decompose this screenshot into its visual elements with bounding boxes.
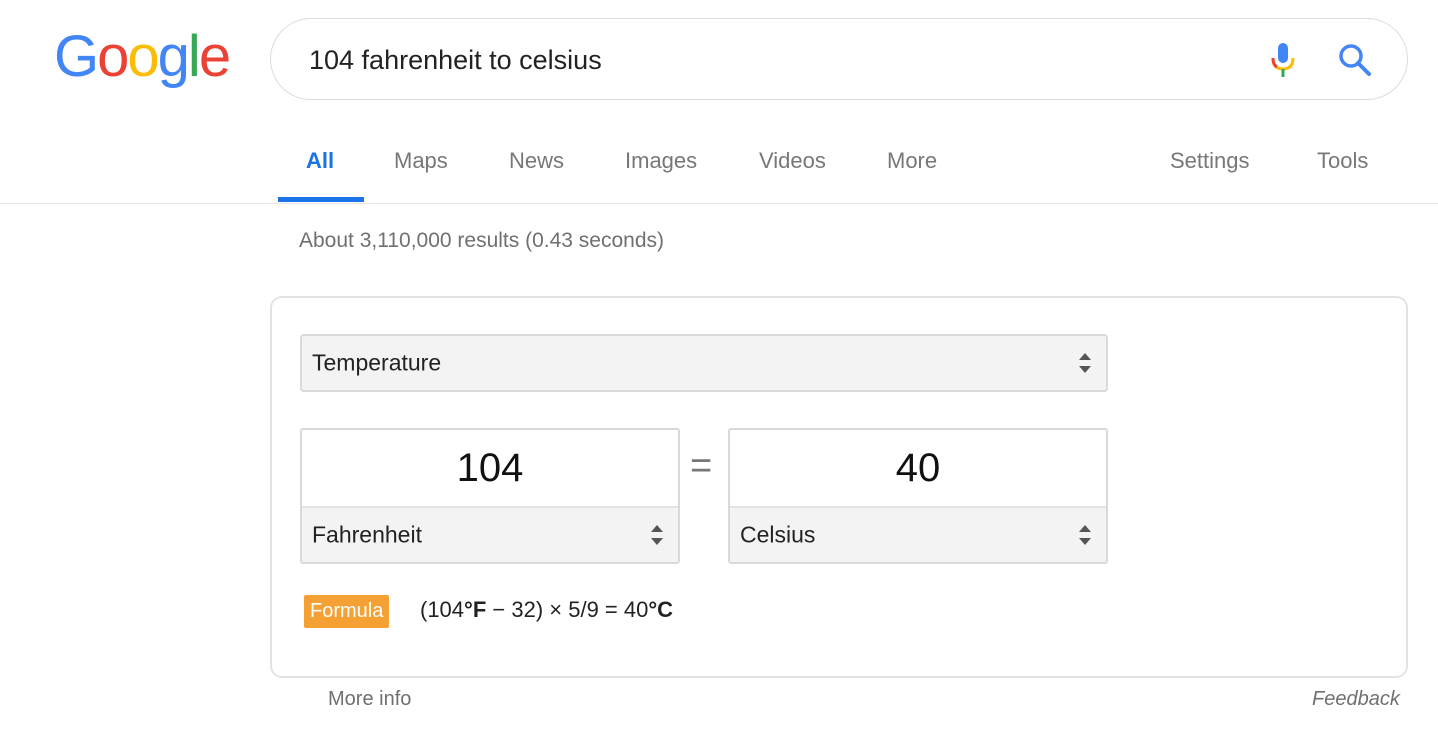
equals-sign: = [690,445,713,487]
google-logo[interactable]: Google [54,24,231,89]
logo-letter-g2: g [157,24,190,89]
formula-unit-from: °F [464,597,487,622]
select-arrows-icon [1078,524,1092,546]
tab-images[interactable]: Images [625,148,697,174]
from-unit-select[interactable]: Fahrenheit [302,508,678,562]
search-box [270,18,1408,100]
tab-tools[interactable]: Tools [1317,148,1368,174]
active-tab-indicator [278,197,364,202]
tab-all[interactable]: All [306,148,334,174]
more-info-link[interactable]: More info [328,688,411,711]
search-icon[interactable] [1336,41,1374,79]
to-unit-label: Celsius [740,521,816,548]
category-select-label: Temperature [312,349,442,376]
tab-videos[interactable]: Videos [759,148,826,174]
from-converter-box: Fahrenheit [300,428,680,564]
formula-part-1: (104 [420,597,465,622]
tab-news[interactable]: News [509,148,564,174]
from-value-input[interactable] [302,430,678,508]
from-unit-label: Fahrenheit [312,521,422,548]
select-arrows-icon [650,524,664,546]
to-converter-box: Celsius [728,428,1108,564]
tab-maps[interactable]: Maps [394,148,448,174]
formula-unit-to: °C [648,597,674,622]
logo-letter-e: e [198,24,231,89]
formula-part-2: − 32) × 5/9 = 40 [486,597,649,622]
select-arrows-icon [1078,352,1092,374]
logo-letter-o1: o [97,24,129,89]
category-select[interactable]: Temperature [300,334,1108,392]
formula-badge: Formula [304,595,390,628]
feedback-link[interactable]: Feedback [1312,688,1400,711]
tab-more[interactable]: More [887,148,937,174]
search-input[interactable] [309,41,1209,79]
to-unit-select[interactable]: Celsius [730,508,1106,562]
to-value-input[interactable] [730,430,1106,508]
logo-letter-g: G [54,24,99,89]
search-tabs: All Maps News Images Videos More Setting… [0,120,1438,204]
logo-letter-l: l [187,24,201,89]
result-stats: About 3,110,000 results (0.43 seconds) [299,229,665,252]
logo-letter-o2: o [127,24,159,89]
tab-settings[interactable]: Settings [1170,148,1250,174]
formula-text: (104°F − 32) × 5/9 = 40°C [420,597,673,623]
microphone-icon[interactable] [1267,41,1299,81]
